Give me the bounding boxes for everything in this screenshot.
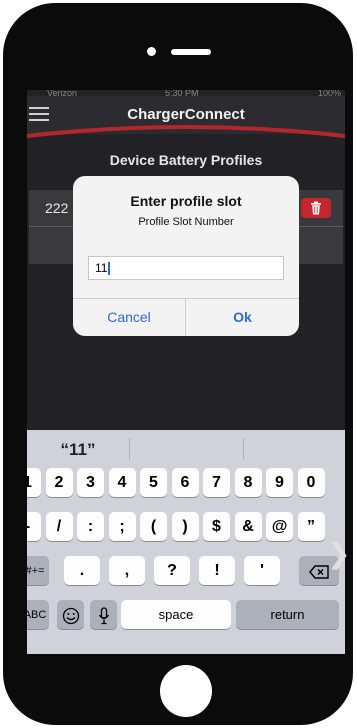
phone-frame: Verizon 5:30 PM 100% ChargerConnect Devi… xyxy=(3,3,353,725)
punctuation-key[interactable]: , xyxy=(109,556,145,585)
abc-key[interactable]: ABC xyxy=(27,600,49,629)
dialog-title: Enter profile slot xyxy=(130,193,242,209)
symbol-key[interactable]: - xyxy=(27,512,41,541)
symbol-key[interactable]: ” xyxy=(297,512,325,541)
suggestion-divider xyxy=(243,438,244,460)
symbol-key[interactable]: $ xyxy=(203,512,230,541)
suggestion-divider xyxy=(129,438,130,460)
symbol-key[interactable]: / xyxy=(45,512,73,541)
number-key[interactable]: 7 xyxy=(203,468,230,497)
punctuation-key[interactable]: ' xyxy=(244,556,280,585)
profile-slot-dialog: Enter profile slot Profile Slot Number 1… xyxy=(73,176,299,336)
slot-number-input[interactable]: 11 xyxy=(88,256,284,280)
symbol-key[interactable]: @ xyxy=(266,512,293,541)
emoji-icon xyxy=(62,607,79,624)
camera-dot xyxy=(147,47,156,56)
punctuation-key[interactable]: ? xyxy=(154,556,190,585)
number-key[interactable]: 9 xyxy=(266,468,293,497)
microphone-icon xyxy=(98,606,109,624)
header-swoosh xyxy=(27,125,345,138)
number-key[interactable]: 4 xyxy=(108,468,136,497)
space-key[interactable]: space xyxy=(121,600,231,629)
text-caret xyxy=(108,262,110,276)
number-key[interactable]: 2 xyxy=(45,468,73,497)
return-key[interactable]: return xyxy=(236,600,339,629)
delete-profile-button[interactable] xyxy=(301,198,331,218)
symbol-key[interactable]: ; xyxy=(108,512,136,541)
slot-input-value: 11 xyxy=(95,261,108,275)
suggestion-bar: “11” xyxy=(27,430,345,466)
screen: Verizon 5:30 PM 100% ChargerConnect Devi… xyxy=(27,90,345,654)
trash-icon xyxy=(311,201,321,215)
ok-button[interactable]: Ok xyxy=(186,299,299,336)
dialog-message: Profile Slot Number xyxy=(138,216,234,228)
emoji-key[interactable] xyxy=(57,600,84,629)
suggestion-item[interactable]: “11” xyxy=(27,430,129,466)
number-key[interactable]: 1 xyxy=(27,468,41,497)
home-button[interactable] xyxy=(160,665,212,717)
punctuation-key[interactable]: . xyxy=(64,556,100,585)
dictation-key[interactable] xyxy=(90,600,117,629)
symbols-key[interactable]: #+= xyxy=(27,556,49,585)
backspace-icon xyxy=(309,564,329,579)
profile-name: 222 xyxy=(45,200,69,216)
speaker-grille xyxy=(171,49,211,55)
number-key[interactable]: 6 xyxy=(171,468,199,497)
number-key[interactable]: 8 xyxy=(234,468,262,497)
chevron-right-icon: ❯ xyxy=(327,538,351,569)
symbol-key[interactable]: ) xyxy=(171,512,199,541)
symbol-key[interactable]: : xyxy=(77,512,104,541)
keyboard: “11” 1234567890 -/:;()$&@” #+= .,?! ' ABC xyxy=(27,430,345,654)
number-key[interactable]: 0 xyxy=(297,468,325,497)
cancel-button[interactable]: Cancel xyxy=(73,299,185,336)
symbol-key[interactable]: ( xyxy=(140,512,167,541)
section-title: Device Battery Profiles xyxy=(109,152,263,168)
punctuation-key[interactable]: ! xyxy=(199,556,235,585)
symbol-key[interactable]: & xyxy=(234,512,262,541)
number-key[interactable]: 3 xyxy=(77,468,104,497)
number-key[interactable]: 5 xyxy=(140,468,167,497)
